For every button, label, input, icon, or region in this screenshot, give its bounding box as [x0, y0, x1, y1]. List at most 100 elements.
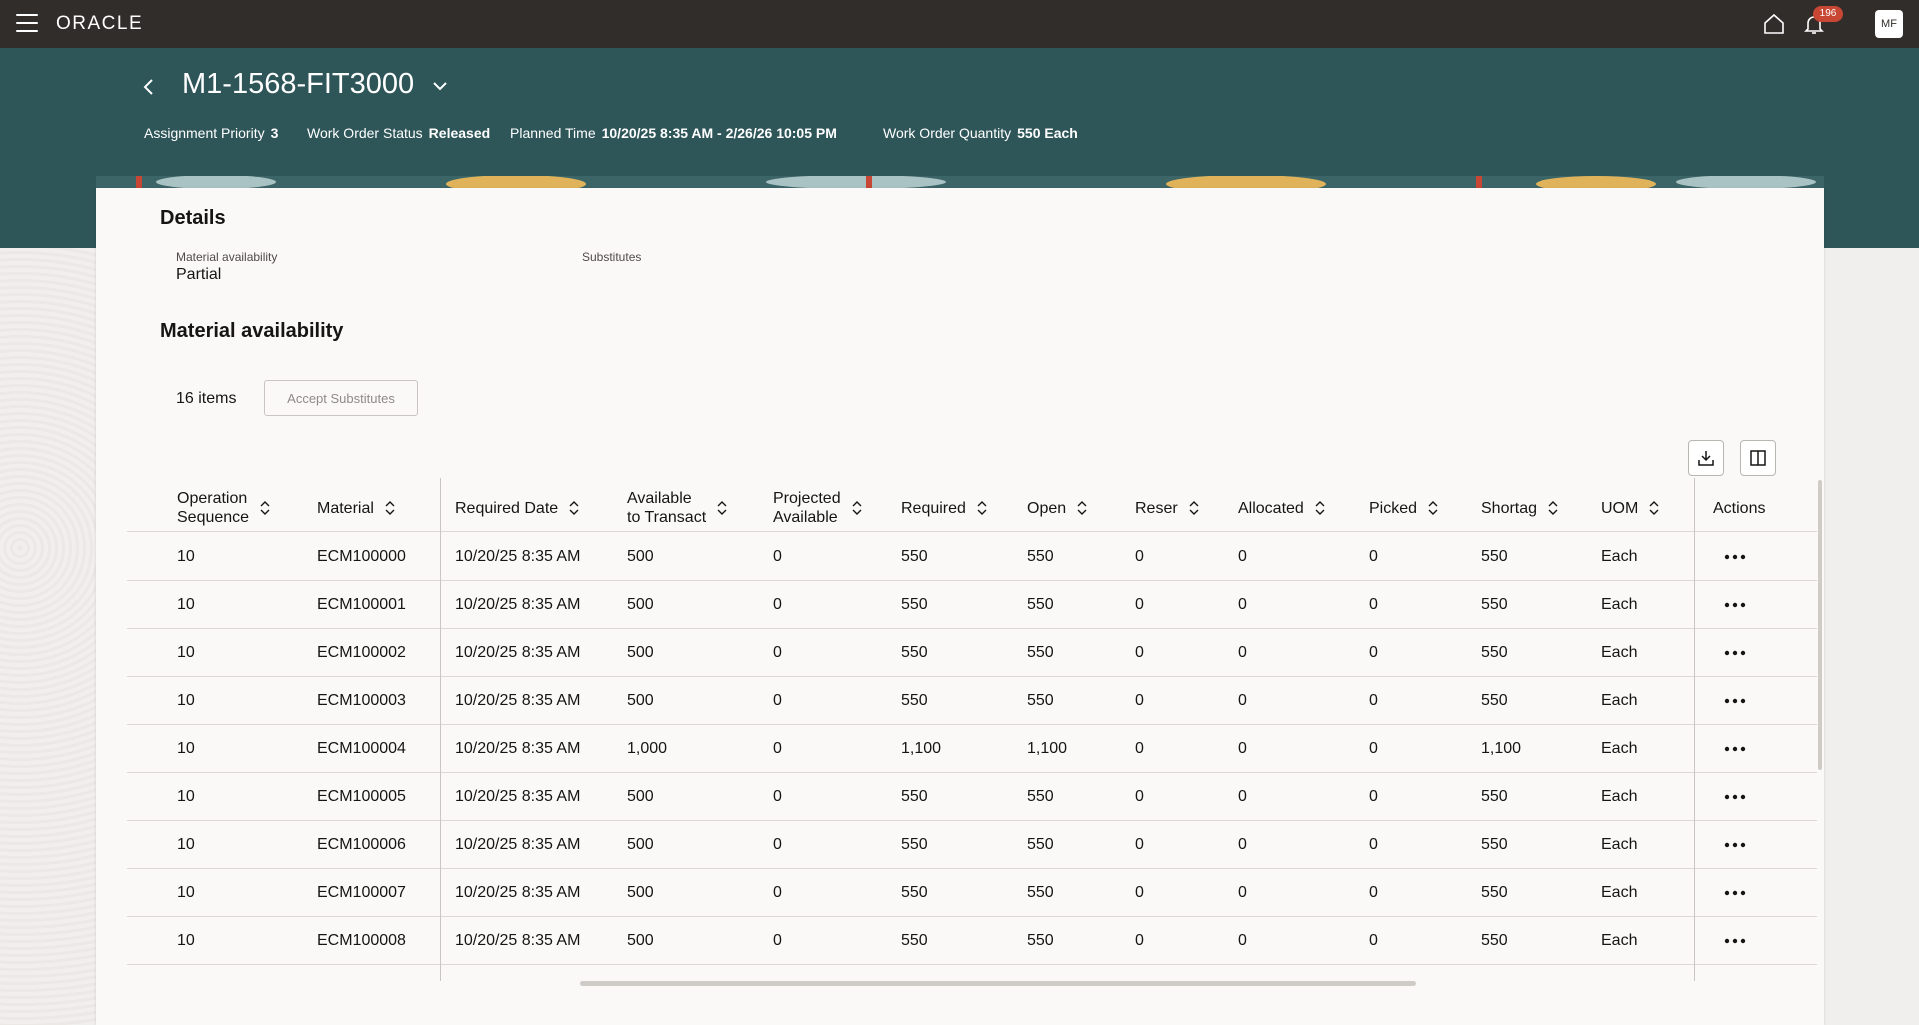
column-header-label: Material [317, 499, 374, 518]
chevron-down-icon[interactable] [430, 76, 450, 96]
table-row[interactable]: 10 ECM100004 10/20/25 8:35 AM 1,000 0 1,100 1,… [127, 725, 1817, 773]
column-panel-button[interactable] [1740, 440, 1776, 476]
table-cell: 550 [1027, 884, 1054, 901]
sort-icon[interactable] [1427, 500, 1439, 516]
table-cell: 0 [1135, 596, 1144, 613]
sort-icon[interactable] [568, 500, 580, 516]
menu-icon[interactable] [16, 14, 38, 32]
sort-icon[interactable] [976, 500, 988, 516]
table-cell: 0 [1369, 884, 1378, 901]
table-row[interactable]: 10 ECM100000 10/20/25 8:35 AM 500 0 550 550 0 0 0… [127, 533, 1817, 581]
sort-icon[interactable] [1547, 500, 1559, 516]
sort-icon[interactable] [1188, 500, 1200, 516]
material-availability-label: Material availability [176, 250, 278, 264]
column-header[interactable]: Actions [1713, 488, 1765, 528]
table-cell: 10/20/25 8:35 AM [455, 548, 581, 565]
table-row[interactable]: 10 ECM100006 10/20/25 8:35 AM 500 0 550 550 0 0 0… [127, 821, 1817, 869]
column-header-line: Material [317, 499, 374, 517]
sort-icon[interactable] [259, 500, 271, 516]
more-actions-icon[interactable] [1723, 741, 1747, 757]
table-cell: ECM100005 [317, 788, 406, 805]
column-header[interactable]: Required [901, 488, 988, 528]
table-cell: 1,100 [901, 740, 942, 757]
table-row[interactable]: 10 ECM100002 10/20/25 8:35 AM 500 0 550 550 0 0 0… [127, 629, 1817, 677]
column-header[interactable]: Required Date [455, 488, 580, 528]
column-header[interactable]: Allocated [1238, 488, 1326, 528]
table-cell: 0 [1135, 932, 1144, 949]
sort-icon[interactable] [851, 500, 863, 516]
column-header-label: UOM [1601, 499, 1638, 518]
back-icon[interactable] [138, 72, 160, 102]
sort-icon[interactable] [716, 500, 728, 516]
table-cell: 0 [1238, 932, 1247, 949]
sort-icon[interactable] [1314, 500, 1326, 516]
table-cell: ECM100008 [317, 932, 406, 949]
table-cell: 1,000 [627, 740, 668, 757]
column-header[interactable]: Shortag [1481, 488, 1559, 528]
table-row[interactable]: 10 ECM100001 10/20/25 8:35 AM 500 0 550 550 0 0 0… [127, 581, 1817, 629]
meta-value: 10/20/25 8:35 AM - 2/26/26 10:05 PM [601, 125, 837, 141]
sort-icon[interactable] [1648, 500, 1660, 516]
table-cell: Each [1601, 884, 1638, 901]
table-cell: 550 [901, 884, 928, 901]
download-icon [1698, 451, 1714, 466]
table-cell: 500 [627, 788, 654, 805]
table-cell: 550 [1027, 644, 1054, 661]
material-availability-heading: Material availability [160, 320, 344, 342]
table-cell: 550 [1481, 836, 1508, 853]
accept-substitutes-button[interactable]: Accept Substitutes [264, 380, 418, 416]
sort-icon[interactable] [384, 500, 396, 516]
column-header[interactable]: Projected Available [773, 488, 863, 528]
table-cell: 0 [773, 836, 782, 853]
table-cell: 550 [1027, 596, 1054, 613]
table-cell: 0 [1238, 548, 1247, 565]
table-cell: 550 [1027, 788, 1054, 805]
column-header[interactable]: Material [317, 488, 396, 528]
table-cell: ECM100007 [317, 884, 406, 901]
more-actions-icon[interactable] [1723, 645, 1747, 661]
table-row[interactable]: 10 ECM100003 10/20/25 8:35 AM 500 0 550 550 0 0 0… [127, 677, 1817, 725]
table-cell: 10/20/25 8:35 AM [455, 596, 581, 613]
column-header-line: Allocated [1238, 499, 1304, 517]
table-row[interactable]: 10 ECM100005 10/20/25 8:35 AM 500 0 550 550 0 0 0… [127, 773, 1817, 821]
column-header-line: Actions [1713, 499, 1766, 517]
column-header-line: Picked [1369, 499, 1418, 517]
column-header[interactable]: UOM [1601, 488, 1660, 528]
column-header[interactable]: Picked [1369, 488, 1439, 528]
table-cell: 550 [901, 644, 928, 661]
table-row[interactable]: 10 ECM100008 10/20/25 8:35 AM 500 0 550 550 0 0 0… [127, 917, 1817, 965]
vertical-scrollbar[interactable] [1818, 480, 1822, 770]
more-actions-icon[interactable] [1723, 597, 1747, 613]
table-cell: 0 [1369, 836, 1378, 853]
table-cell: 550 [901, 692, 928, 709]
more-actions-icon[interactable] [1723, 933, 1747, 949]
sort-icon[interactable] [1076, 500, 1088, 516]
actions-column-divider [1694, 478, 1695, 981]
material-availability-value: Partial [176, 266, 222, 283]
details-heading: Details [160, 207, 226, 229]
column-header-label: Reser [1135, 499, 1178, 518]
table-cell: 0 [1238, 596, 1247, 613]
more-actions-icon[interactable] [1723, 549, 1747, 565]
table-cell: 550 [901, 932, 928, 949]
column-header[interactable]: Available to Transact [627, 488, 728, 528]
oracle-logo[interactable]: ORACLE [56, 13, 143, 35]
table-cell: 500 [627, 596, 654, 613]
meta-value: 550 Each [1017, 125, 1078, 141]
column-header[interactable]: Operation Sequence [177, 488, 271, 528]
column-header[interactable]: Reser [1135, 488, 1200, 528]
home-icon[interactable] [1762, 12, 1786, 36]
background-pattern [0, 248, 96, 1025]
horizontal-scrollbar[interactable] [580, 981, 1416, 986]
substitutes-label: Substitutes [582, 250, 642, 264]
more-actions-icon[interactable] [1723, 693, 1747, 709]
column-header[interactable]: Open [1027, 488, 1088, 528]
more-actions-icon[interactable] [1723, 789, 1747, 805]
more-actions-icon[interactable] [1723, 885, 1747, 901]
avatar[interactable]: MF [1875, 10, 1903, 38]
export-button[interactable] [1688, 440, 1724, 476]
table-cell: 0 [1238, 884, 1247, 901]
table-cell: 10/20/25 8:35 AM [455, 788, 581, 805]
more-actions-icon[interactable] [1723, 837, 1747, 853]
table-row[interactable]: 10 ECM100007 10/20/25 8:35 AM 500 0 550 550 0 0 0… [127, 869, 1817, 917]
